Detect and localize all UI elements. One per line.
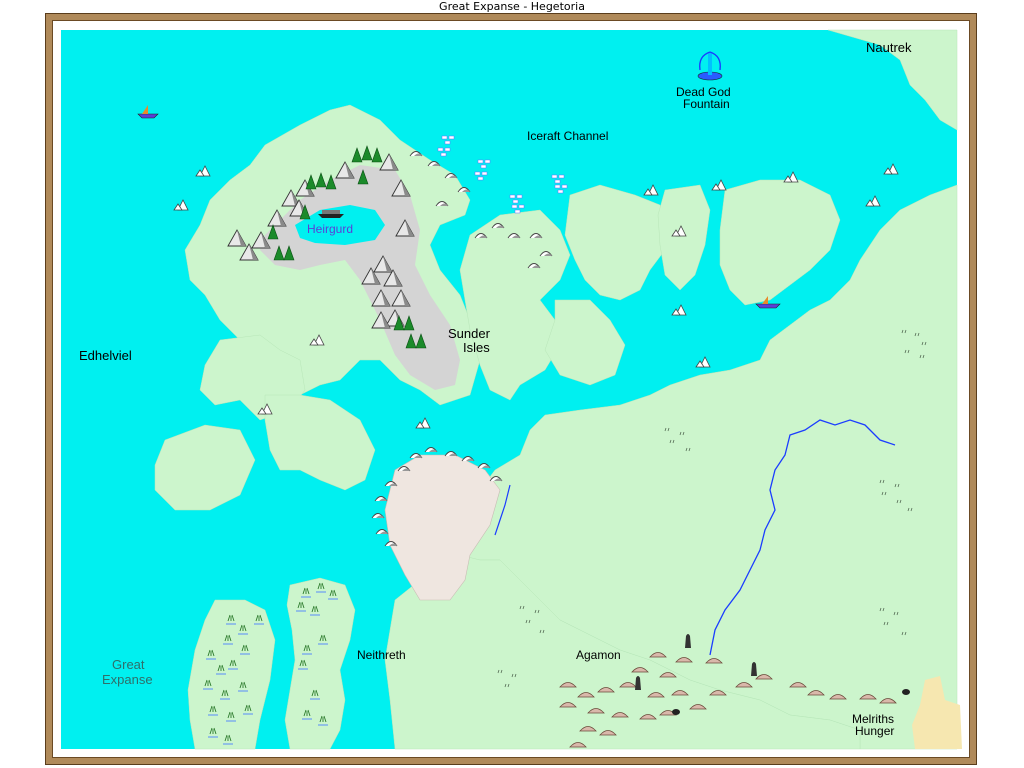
label-isles: Isles <box>463 340 490 355</box>
label-fountain: Fountain <box>683 97 730 111</box>
label-iceraft: Iceraft Channel <box>527 129 608 143</box>
map-canvas[interactable]: Nautrek Dead God Fountain Iceraft Channe… <box>0 0 1024 768</box>
label-sunder: Sunder <box>448 326 491 341</box>
label-hunger: Hunger <box>855 724 894 738</box>
label-nautrek: Nautrek <box>866 40 912 55</box>
label-edhelviel: Edhelviel <box>79 348 132 363</box>
label-neithreth: Neithreth <box>357 648 406 662</box>
label-great: Great <box>112 657 145 672</box>
label-heirgurd: Heirgurd <box>307 222 353 236</box>
cave-icon <box>902 689 910 695</box>
label-agamon: Agamon <box>576 648 621 662</box>
cave-icon <box>672 709 680 715</box>
label-expanse: Expanse <box>102 672 153 687</box>
